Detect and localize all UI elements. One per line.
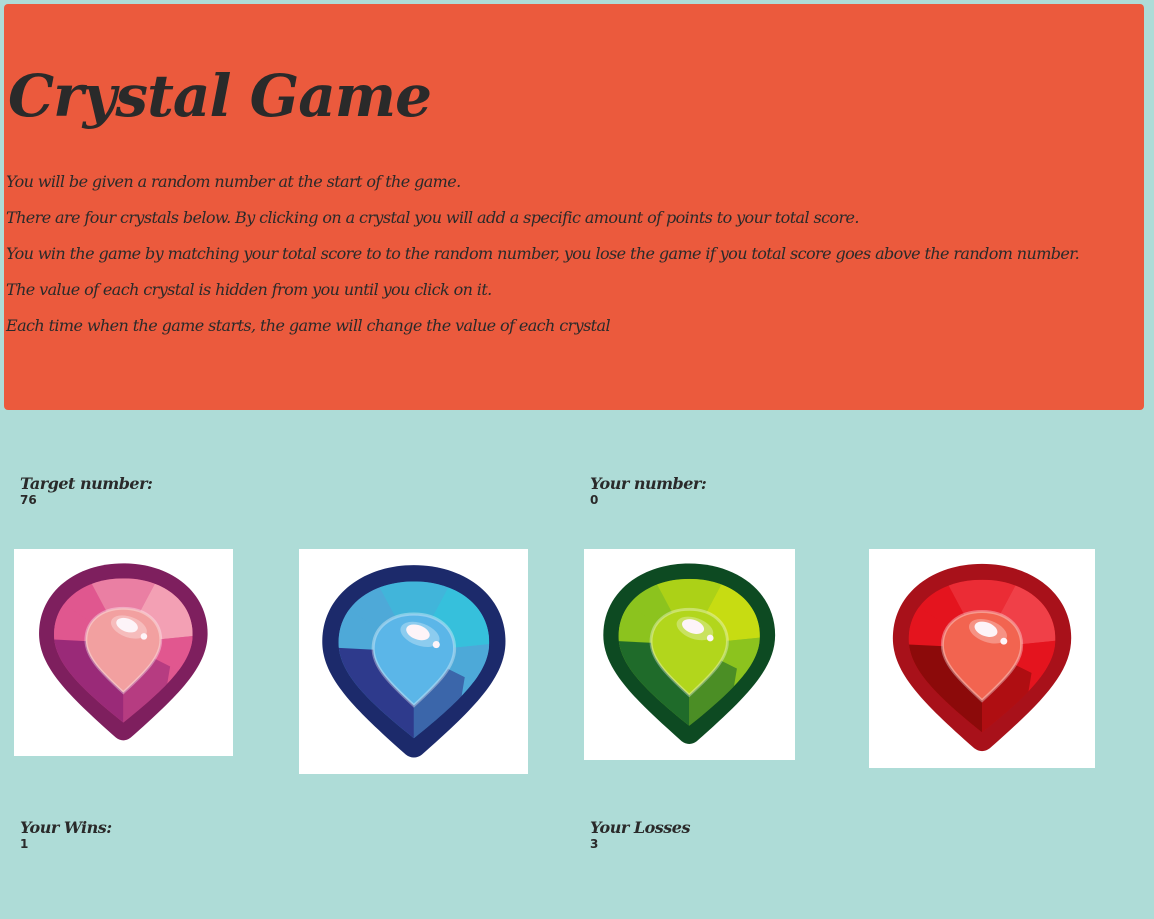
instruction-line: The value of each crystal is hidden from…: [6, 280, 492, 299]
wins-value: 1: [20, 837, 29, 851]
target-number-value: 76: [20, 493, 37, 507]
your-number-value: 0: [590, 493, 599, 507]
losses-value: 3: [590, 837, 599, 851]
instruction-line: Each time when the game starts, the game…: [6, 316, 611, 335]
pink-crystal-button[interactable]: [14, 549, 233, 756]
losses-label: Your Losses: [590, 818, 690, 837]
green-crystal-button[interactable]: [584, 549, 795, 760]
target-number-label: Target number:: [20, 474, 153, 493]
instruction-line: There are four crystals below. By clicki…: [6, 208, 859, 227]
wins-label: Your Wins:: [20, 818, 112, 837]
your-number-panel: Your number: 0: [590, 474, 707, 507]
pink-gem-icon: [39, 563, 208, 741]
blue-crystal-button[interactable]: [299, 549, 528, 774]
page-title: Crystal Game: [8, 62, 432, 130]
green-gem-icon: [603, 563, 776, 745]
blue-gem-icon: [321, 564, 506, 758]
red-gem-icon: [892, 564, 1072, 752]
losses-panel: Your Losses 3: [590, 818, 690, 850]
instructions-list: You will be given a random number at the…: [6, 164, 1080, 344]
your-number-label: Your number:: [590, 474, 707, 493]
instruction-line: You will be given a random number at the…: [6, 172, 461, 191]
instruction-line: You win the game by matching your total …: [6, 244, 1080, 263]
target-number-panel: Target number: 76: [20, 474, 153, 507]
wins-panel: Your Wins: 1: [20, 818, 112, 850]
header-banner: Crystal Game You will be given a random …: [4, 4, 1144, 410]
red-crystal-button[interactable]: [869, 549, 1095, 768]
